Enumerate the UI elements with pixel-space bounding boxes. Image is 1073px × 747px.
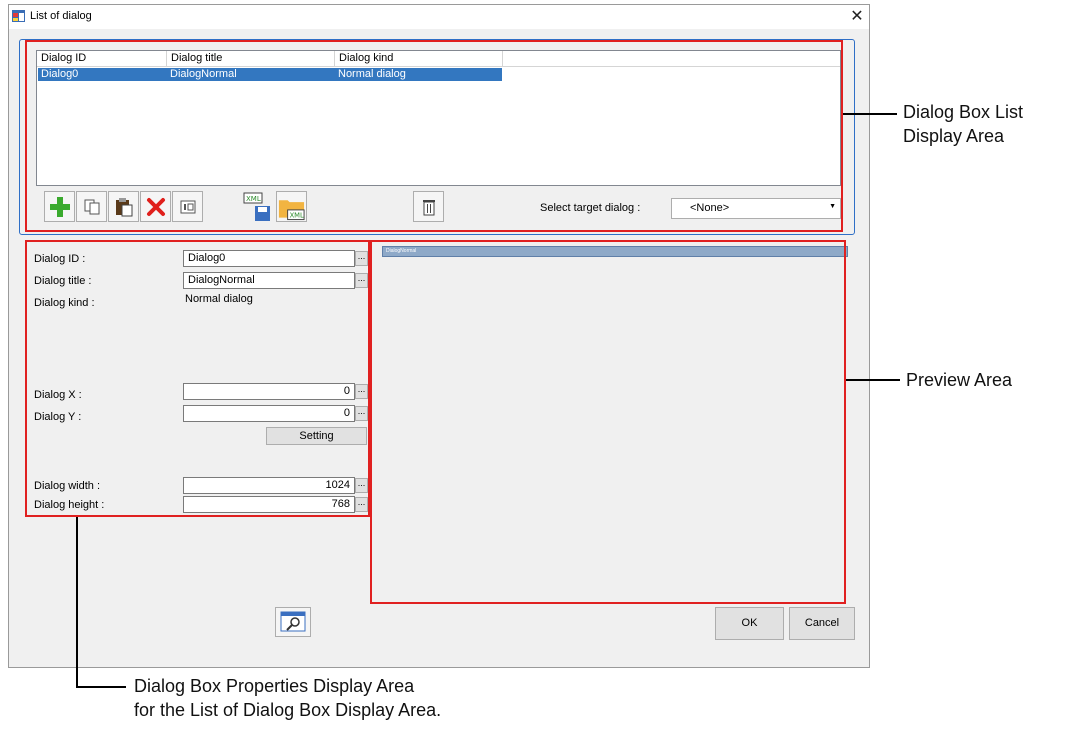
list-area-callout-line2: Display Area (903, 126, 1005, 146)
props-area-callout-hline (76, 686, 126, 688)
preview-area-callout-line (846, 379, 900, 381)
close-button[interactable]: ✕ (847, 7, 867, 27)
props-area-callout-vline (76, 517, 78, 687)
preview-area-highlight (370, 240, 846, 604)
zoom-preview-button[interactable] (275, 607, 311, 637)
list-area-callout-line1: Dialog Box List (903, 102, 1024, 122)
list-area-callout: Dialog Box List Display Area (903, 100, 1023, 148)
cancel-button[interactable]: Cancel (789, 607, 855, 640)
props-area-callout: Dialog Box Properties Display Area for t… (134, 674, 441, 722)
props-area-callout-line1: Dialog Box Properties Display Area (134, 676, 415, 696)
magnifier-icon (280, 611, 306, 632)
window-title: List of dialog (30, 10, 92, 22)
props-area-callout-line2: for the List of Dialog Box Display Area. (134, 700, 442, 720)
list-area-callout-line (843, 113, 897, 115)
title-bar: List of dialog ✕ (9, 5, 869, 29)
properties-area-highlight (25, 240, 370, 517)
ok-button[interactable]: OK (715, 607, 784, 640)
preview-area-callout: Preview Area (906, 370, 1013, 390)
app-window-icon (12, 10, 25, 22)
list-area-highlight (25, 40, 843, 232)
